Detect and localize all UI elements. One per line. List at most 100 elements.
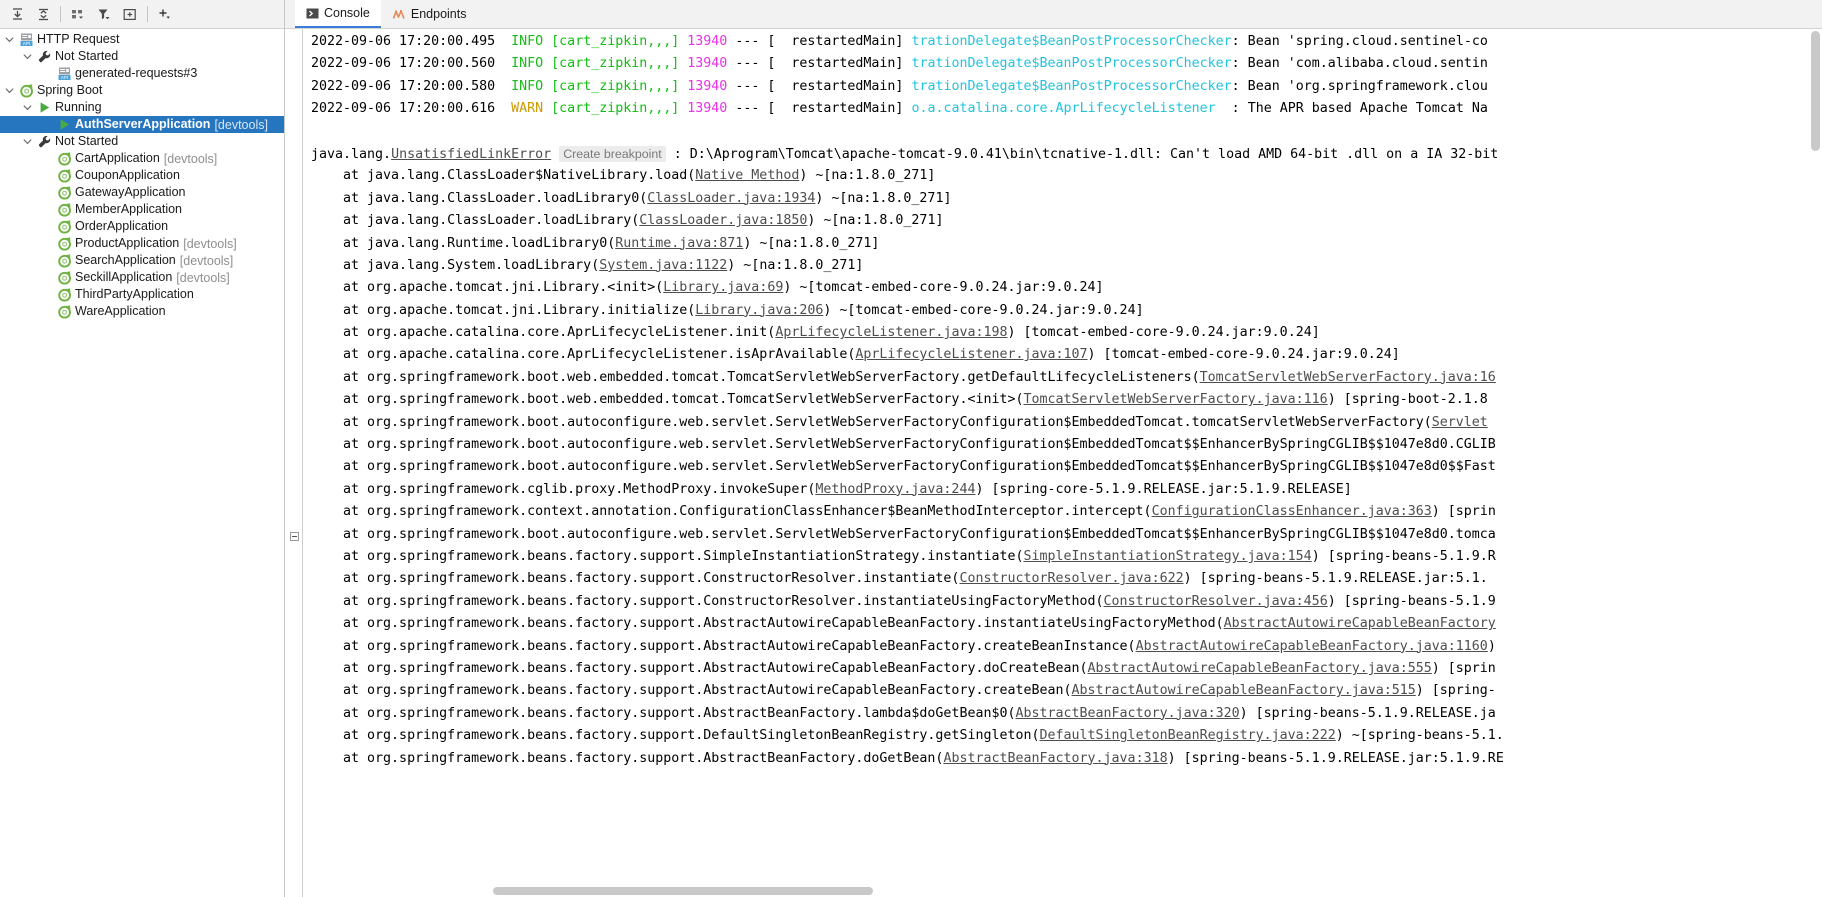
stack-frame-link[interactable]: Library.java:69 [663,280,783,295]
tree-node-label: generated-requests#3 [75,66,198,80]
tree-node-generated-requests-3[interactable]: API generated-requests#3 [0,65,284,82]
log-context: [cart_zipkin,,,] [551,78,688,94]
stack-frame-link[interactable]: ClassLoader.java:1850 [639,213,807,228]
log-logger: trationDelegate$BeanPostProcessorChecker [911,78,1232,94]
tree-node-gatewayapplication[interactable]: GatewayApplication [0,184,284,201]
tree-expand-arrow[interactable] [20,133,35,150]
stack-frame-link[interactable]: ConstructorResolver.java:456 [1104,594,1328,609]
stack-frame-suffix: ) [tomcat-embed-core-9.0.24.jar:9.0.24] [1007,325,1320,341]
tree-node-label: Spring Boot [37,83,103,97]
stack-frame-link[interactable]: SimpleInstantiationStrategy.java:154 [1023,549,1311,564]
console-vertical-scrollbar[interactable] [1809,29,1822,897]
stack-frame-link[interactable]: TomcatServletWebServerFactory.java:116 [1023,392,1327,407]
tree-arrow-placeholder [40,286,55,303]
tab-endpoints[interactable]: Endpoints [381,0,478,28]
run-icon-wrap [55,116,73,133]
exception-gap [551,147,559,162]
tree-node-couponapplication[interactable]: CouponApplication [0,167,284,184]
console-stack-frame: at java.lang.Runtime.loadLibrary0(Runtim… [311,233,1822,255]
log-logger: trationDelegate$BeanPostProcessorChecker [911,56,1232,72]
stack-frame-link[interactable]: AbstractAutowireCapableBeanFactory.java:… [1088,661,1432,676]
stack-frame-method: at java.lang.ClassLoader.loadLibrary0( [311,190,648,206]
tree-node-suffix: [devtools] [214,117,268,132]
stack-frame-link[interactable]: MethodProxy.java:244 [815,482,975,497]
tab-console[interactable]: Console [295,0,381,28]
stack-frame-link[interactable]: ConfigurationClassEnhancer.java:363 [1152,504,1432,519]
stack-frame-link[interactable]: Runtime.java:871 [615,236,743,251]
tree-expand-arrow[interactable] [20,99,35,116]
stack-frame-link[interactable]: AprLifecycleListener.java:107 [855,347,1087,362]
filter-button[interactable] [91,2,117,26]
tree-node-orderapplication[interactable]: OrderApplication [0,218,284,235]
tree-node-http-request[interactable]: API HTTP Request [0,31,284,48]
group-by-button[interactable] [65,2,91,26]
console-output[interactable]: 2022-09-06 17:20:00.495 INFO [cart_zipki… [303,29,1822,897]
spring-boot-icon [57,220,71,234]
tree-node-seckillapplication[interactable]: SeckillApplication [devtools] [0,269,284,286]
tree-node-thirdpartyapplication[interactable]: ThirdPartyApplication [0,286,284,303]
tree-expand-arrow[interactable] [2,82,17,99]
add-configuration-button[interactable] [152,2,178,26]
log-pid: 13940 [687,78,736,94]
horizontal-scroll-thumb[interactable] [493,887,873,895]
stack-frame-link[interactable]: AbstractAutowireCapableBeanFactory.java:… [1136,639,1488,654]
stack-frame-link[interactable]: AprLifecycleListener.java:198 [775,325,1007,340]
console-stack-frame: at org.apache.catalina.core.AprLifecycle… [311,322,1822,344]
console-horizontal-scrollbar[interactable] [303,885,1809,897]
vertical-scroll-thumb[interactable] [1811,31,1820,151]
services-tree[interactable]: API HTTP Request Not Started API generated-r… [0,29,284,897]
tree-node-cartapplication[interactable]: CartApplication [devtools] [0,150,284,167]
stack-frame-link[interactable]: Servlet [1432,415,1488,430]
spring-boot-icon [57,305,71,319]
stack-frame-suffix: ) ~[tomcat-embed-core-9.0.24.jar:9.0.24] [823,302,1144,318]
expand-all-button[interactable] [4,2,30,26]
log-timestamp: 2022-09-06 17:20:00.580 [311,78,512,94]
tree-node-memberapplication[interactable]: MemberApplication [0,201,284,218]
http-request-icon: API [20,33,32,46]
fold-marker[interactable] [290,532,299,541]
stack-frame-link[interactable]: System.java:1122 [599,258,727,273]
show-toolwindow-button[interactable] [117,2,143,26]
stack-frame-link[interactable]: ConstructorResolver.java:622 [959,571,1183,586]
svg-text:API: API [60,75,67,80]
tree-node-not-started[interactable]: Not Started [0,133,284,150]
stack-frame-link[interactable]: Library.java:206 [695,303,823,318]
chevron-down-icon [23,105,32,111]
create-breakpoint-link[interactable]: Create breakpoint [559,145,666,162]
tree-node-wareapplication[interactable]: WareApplication [0,303,284,320]
tree-node-label: CartApplication [75,151,160,165]
stack-frame-link[interactable]: TomcatServletWebServerFactory.java:16 [1200,370,1496,385]
stack-frame-link[interactable]: AbstractBeanFactory.java:318 [943,751,1167,766]
console-stack-frame: at java.lang.ClassLoader.loadLibrary(Cla… [311,210,1822,232]
stack-frame-method: at org.springframework.beans.factory.sup… [311,705,1016,721]
tree-node-running[interactable]: Running [0,99,284,116]
collapse-all-button[interactable] [30,2,56,26]
stack-frame-suffix: ) ~[spring-beans-5.1. [1335,728,1504,744]
log-separator: --- [735,78,768,94]
tree-node-spring-boot[interactable]: Spring Boot [0,82,284,99]
exception-type[interactable]: UnsatisfiedLinkError [391,147,551,162]
spring-boot-icon-wrap [55,303,73,320]
tree-node-authserverapplication[interactable]: AuthServerApplication [devtools] [0,116,284,133]
stack-frame-link[interactable]: AbstractAutowireCapableBeanFactory.java:… [1072,683,1416,698]
console-stack-frame: at org.springframework.boot.autoconfigur… [311,524,1822,546]
tree-expand-arrow[interactable] [20,48,35,65]
stack-frame-link[interactable]: AbstractAutowireCapableBeanFactory [1224,616,1496,631]
tree-node-label: MemberApplication [75,202,182,216]
tree-node-productapplication[interactable]: ProductApplication [devtools] [0,235,284,252]
wrench-icon [38,50,50,63]
stack-frame-link[interactable]: AbstractBeanFactory.java:320 [1015,706,1239,721]
tree-node-not-started[interactable]: Not Started [0,48,284,65]
log-logger: trationDelegate$BeanPostProcessorChecker [911,34,1232,49]
stack-frame-link[interactable]: DefaultSingletonBeanRegistry.java:222 [1040,728,1336,743]
tree-arrow-placeholder [40,116,55,133]
tree-node-searchapplication[interactable]: SearchApplication [devtools] [0,252,284,269]
stack-frame-method: at org.springframework.beans.factory.sup… [311,660,1088,676]
tree-expand-arrow[interactable] [2,31,17,48]
tree-node-label: AuthServerApplication [75,117,211,131]
stack-frame-link[interactable]: Native Method [695,168,799,183]
stack-frame-suffix: ) [spring-beans-5.1.9.R [1311,548,1496,564]
stack-frame-method: at org.apache.tomcat.jni.Library.initial… [311,302,696,318]
stack-frame-link[interactable]: ClassLoader.java:1934 [647,191,815,206]
